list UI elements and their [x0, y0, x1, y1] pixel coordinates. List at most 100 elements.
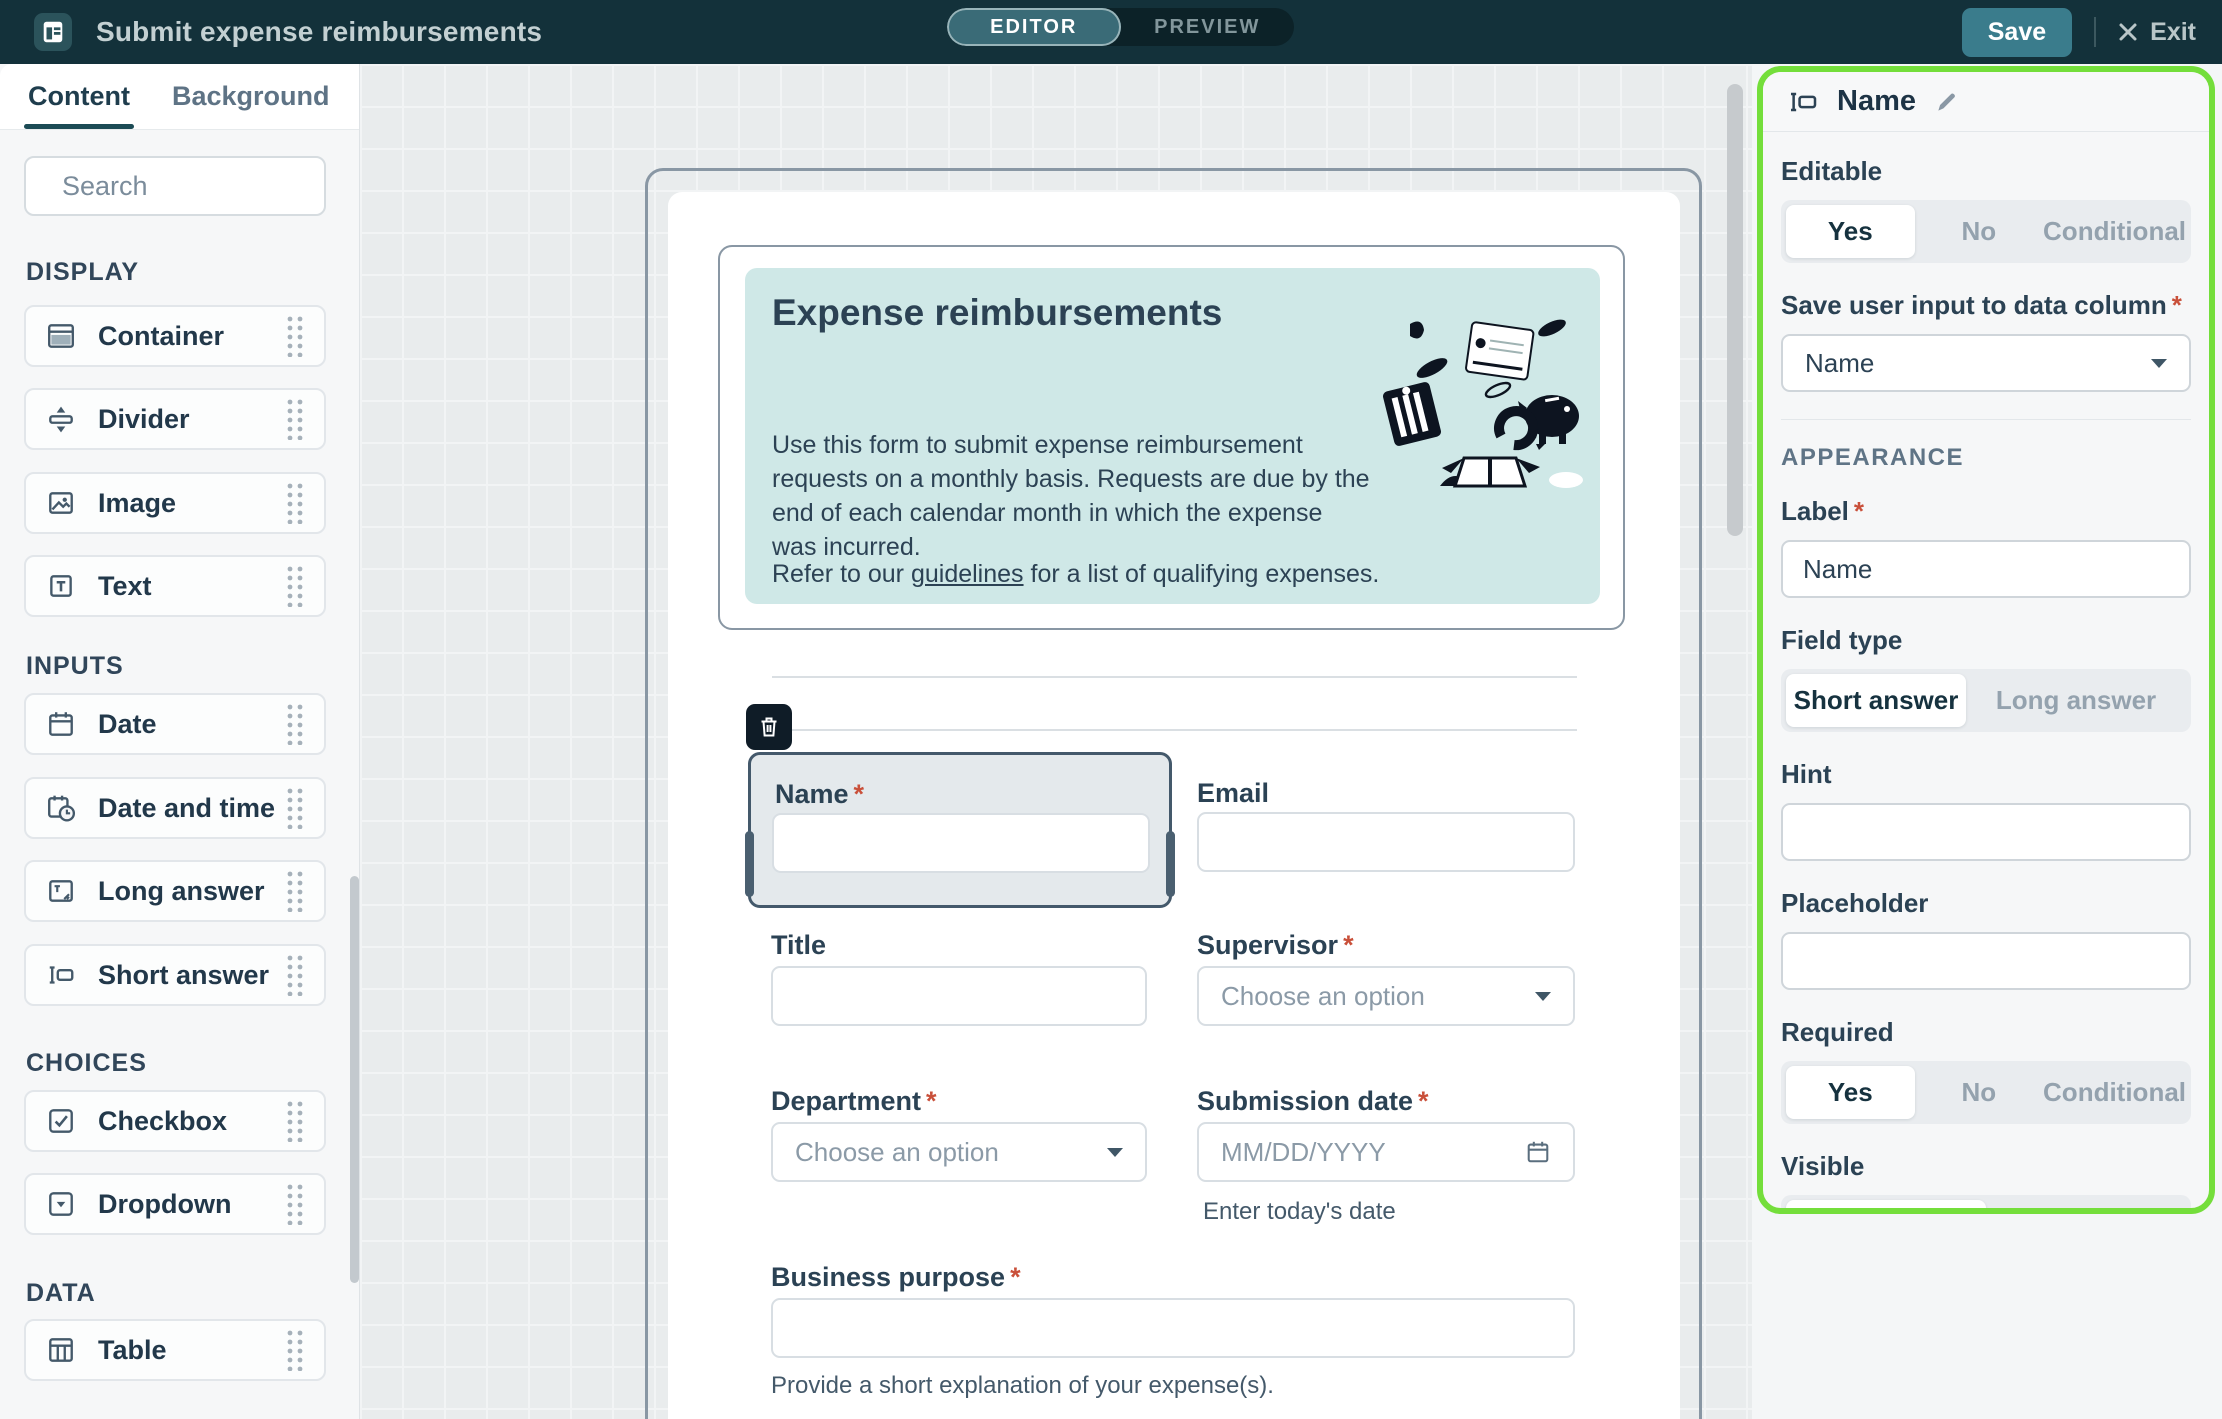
sidebar-item-label: Short answer [98, 960, 284, 991]
field-label: Name* [775, 779, 864, 810]
visible-group: Visible Yes Conditional [1781, 1151, 2191, 1214]
exit-button[interactable]: Exit [2118, 18, 2196, 47]
name-input[interactable] [772, 813, 1150, 873]
trash-icon [757, 715, 781, 739]
chevron-down-icon [1535, 992, 1551, 1001]
group-label: Required [1781, 1017, 2191, 1048]
sidebar-item-short-answer[interactable]: Short answer [24, 944, 326, 1006]
sidebar-item-container[interactable]: Container [24, 305, 326, 367]
editable-conditional[interactable]: Conditional [2043, 205, 2186, 258]
inspector-title: Name [1837, 85, 1916, 118]
field-label: Submission date* [1197, 1086, 1429, 1117]
sidebar-item-label: Long answer [98, 876, 284, 907]
sidebar-item-long-answer[interactable]: Long answer [24, 860, 326, 922]
sidebar-item-divider[interactable]: Divider [24, 388, 326, 450]
guidelines-link[interactable]: guidelines [911, 560, 1024, 588]
long-answer-icon [46, 876, 76, 906]
tab-background[interactable]: Background [172, 64, 330, 129]
form-divider[interactable] [772, 676, 1577, 678]
app-logo-icon [34, 13, 72, 51]
field-type-group: Field type Short answer Long answer [1781, 625, 2191, 732]
section-title-display: DISPLAY [26, 258, 139, 287]
visible-segment: Yes Conditional [1781, 1195, 2191, 1214]
hint-group: Hint [1781, 759, 2191, 861]
sidebar-scrollbar[interactable] [350, 876, 359, 1283]
exit-label: Exit [2150, 18, 2196, 47]
drag-handle-icon[interactable] [284, 954, 306, 996]
drag-handle-icon[interactable] [284, 1100, 306, 1142]
field-type-long[interactable]: Long answer [1966, 674, 2186, 727]
required-yes[interactable]: Yes [1786, 1066, 1915, 1119]
sidebar-item-table[interactable]: Table [24, 1319, 326, 1381]
drag-handle-icon[interactable] [284, 787, 306, 829]
sidebar-item-dropdown[interactable]: Dropdown [24, 1173, 326, 1235]
divider [2094, 17, 2096, 47]
edit-pencil-icon[interactable] [1934, 89, 1960, 115]
label-group: Label* [1781, 496, 2191, 598]
selected-field-name[interactable]: Name* [748, 752, 1172, 908]
hint-input[interactable] [1781, 803, 2191, 861]
label-input[interactable] [1781, 540, 2191, 598]
image-icon [46, 488, 76, 518]
email-input[interactable] [1197, 812, 1575, 872]
form-refer-line: Refer to our guidelines for a list of qu… [772, 560, 1379, 589]
required-segment: Yes No Conditional [1781, 1061, 2191, 1124]
section-title-choices: CHOICES [26, 1049, 147, 1078]
sidebar-item-date[interactable]: Date [24, 693, 326, 755]
drag-handle-icon[interactable] [284, 703, 306, 745]
tab-editor[interactable]: EDITOR [947, 8, 1121, 46]
sidebar-item-label: Date and time [98, 793, 284, 824]
topbar: Submit expense reimbursements EDITOR PRE… [0, 0, 2222, 64]
editable-yes[interactable]: Yes [1786, 205, 1915, 258]
editable-no[interactable]: No [1915, 205, 2044, 258]
search-box[interactable] [24, 156, 326, 216]
drag-handle-icon[interactable] [284, 1183, 306, 1225]
sidebar-item-label: Checkbox [98, 1106, 284, 1137]
field-label: Email [1197, 778, 1269, 809]
group-label: Placeholder [1781, 888, 2191, 919]
title-input[interactable] [771, 966, 1147, 1026]
field-type-short[interactable]: Short answer [1786, 674, 1966, 727]
sidebar-item-image[interactable]: Image [24, 472, 326, 534]
sidebar-item-label: Container [98, 321, 284, 352]
visible-conditional[interactable]: Conditional [1986, 1200, 2186, 1214]
drag-handle-icon[interactable] [284, 870, 306, 912]
drag-handle-icon[interactable] [284, 482, 306, 524]
required-conditional[interactable]: Conditional [2043, 1066, 2186, 1119]
save-column-group: Save user input to data column* Name [1781, 290, 2191, 392]
placeholder-group: Placeholder [1781, 888, 2191, 990]
sidebar-item-text[interactable]: Text [24, 555, 326, 617]
department-select[interactable]: Choose an option [771, 1122, 1147, 1182]
group-label: Save user input to data column* [1781, 290, 2191, 321]
drag-handle-icon[interactable] [284, 315, 306, 357]
sidebar-item-checkbox[interactable]: Checkbox [24, 1090, 326, 1152]
field-label: Business purpose* [771, 1262, 1021, 1293]
tab-content[interactable]: Content [28, 64, 130, 129]
required-no[interactable]: No [1915, 1066, 2044, 1119]
delete-field-button[interactable] [746, 704, 792, 750]
sidebar-item-date-time[interactable]: Date and time [24, 777, 326, 839]
drag-handle-icon[interactable] [284, 1329, 306, 1371]
form-divider[interactable] [772, 729, 1577, 731]
checkbox-icon [46, 1106, 76, 1136]
supervisor-select[interactable]: Choose an option [1197, 966, 1575, 1026]
resize-handle-left[interactable] [745, 831, 754, 897]
drag-handle-icon[interactable] [284, 565, 306, 607]
business-purpose-input[interactable] [771, 1298, 1575, 1358]
field-type-segment: Short answer Long answer [1781, 669, 2191, 732]
tab-preview[interactable]: PREVIEW [1121, 8, 1295, 46]
drag-handle-icon[interactable] [284, 398, 306, 440]
save-button[interactable]: Save [1962, 8, 2072, 57]
mode-toggle: EDITOR PREVIEW [947, 8, 1294, 46]
resize-handle-right[interactable] [1166, 831, 1175, 897]
canvas-scrollbar[interactable] [1727, 84, 1743, 536]
placeholder-input[interactable] [1781, 932, 2191, 990]
divider-icon [46, 404, 76, 434]
data-column-select[interactable]: Name [1781, 334, 2191, 392]
group-label: Field type [1781, 625, 2191, 656]
section-title-inputs: INPUTS [26, 652, 124, 681]
submission-date-input[interactable]: MM/DD/YYYY [1197, 1122, 1575, 1182]
sidebar-item-label: Divider [98, 404, 284, 435]
visible-yes[interactable]: Yes [1786, 1200, 1986, 1214]
component-sidebar: Content Background DISPLAY Container [0, 64, 360, 1419]
